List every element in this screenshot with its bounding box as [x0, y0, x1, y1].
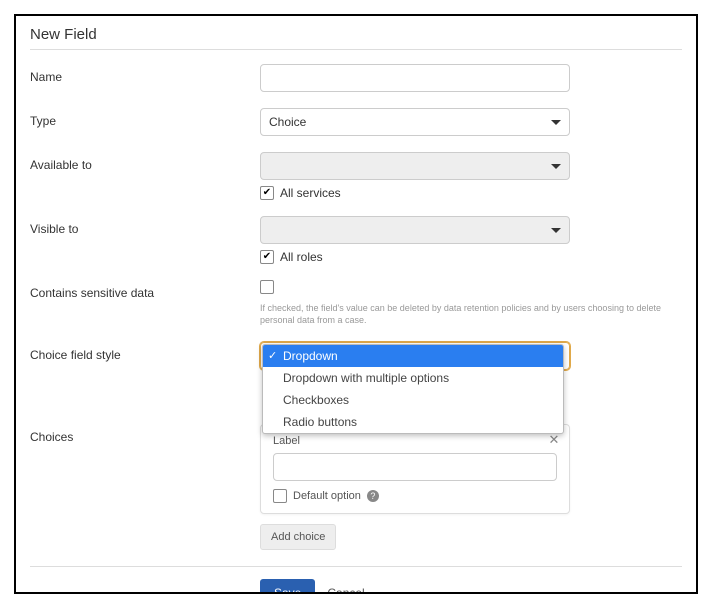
row-sensitive: Contains sensitive data If checked, the … — [30, 280, 682, 326]
field-sensitive: If checked, the field's value can be del… — [260, 280, 680, 326]
style-option-radio[interactable]: Radio buttons — [263, 411, 563, 433]
row-available-to: Available to All services — [30, 152, 682, 200]
sensitive-checkbox[interactable] — [260, 280, 274, 294]
default-option-label: Default option — [293, 490, 361, 502]
label-style: Choice field style — [30, 342, 260, 362]
row-choices: Choices ✕ Label Default option ? Add cho… — [30, 424, 682, 550]
row-style: Choice field style Dropdown Dropdown wit… — [30, 342, 682, 370]
style-option-dropdown-multiple[interactable]: Dropdown with multiple options — [263, 367, 563, 389]
add-choice-button[interactable]: Add choice — [260, 524, 336, 550]
style-option-dropdown[interactable]: Dropdown — [263, 345, 563, 367]
label-visible-to: Visible to — [30, 216, 260, 236]
field-style: Dropdown Dropdown with multiple options … — [260, 342, 570, 370]
style-select-menu: Dropdown Dropdown with multiple options … — [262, 344, 564, 434]
field-type: Choice — [260, 108, 570, 136]
label-sensitive: Contains sensitive data — [30, 280, 260, 300]
footer-divider — [30, 566, 682, 567]
field-visible-to: All roles — [260, 216, 570, 264]
help-icon[interactable]: ? — [367, 490, 379, 502]
label-choices: Choices — [30, 424, 260, 444]
field-name — [260, 64, 570, 92]
choice-card: ✕ Label Default option ? — [260, 424, 570, 514]
caret-down-icon — [551, 120, 561, 125]
remove-choice-icon[interactable]: ✕ — [547, 433, 561, 447]
name-input[interactable] — [260, 64, 570, 92]
row-type: Type Choice — [30, 108, 682, 136]
all-services-checkbox[interactable] — [260, 186, 274, 200]
type-select-value: Choice — [269, 115, 306, 129]
caret-down-icon — [551, 164, 561, 169]
footer-buttons: Save Cancel — [260, 579, 682, 594]
all-services-label: All services — [280, 186, 341, 200]
type-select[interactable]: Choice — [260, 108, 570, 136]
caret-down-icon — [551, 228, 561, 233]
form: Name Type Choice Available to — [30, 64, 682, 594]
label-name: Name — [30, 64, 260, 84]
row-name: Name — [30, 64, 682, 92]
new-field-dialog: New Field Name Type Choice Available to — [14, 14, 698, 594]
all-services-row: All services — [260, 186, 570, 200]
page-title: New Field — [30, 24, 682, 49]
style-select-open[interactable]: Dropdown Dropdown with multiple options … — [260, 342, 570, 370]
all-roles-row: All roles — [260, 250, 570, 264]
label-available-to: Available to — [30, 152, 260, 172]
available-to-select[interactable] — [260, 152, 570, 180]
choice-label-heading: Label — [273, 435, 557, 447]
default-option-row: Default option ? — [273, 489, 557, 503]
all-roles-label: All roles — [280, 250, 323, 264]
save-button[interactable]: Save — [260, 579, 315, 594]
label-type: Type — [30, 108, 260, 128]
choice-label-input[interactable] — [273, 453, 557, 481]
field-choices: ✕ Label Default option ? Add choice — [260, 424, 570, 550]
style-option-checkboxes[interactable]: Checkboxes — [263, 389, 563, 411]
field-available-to: All services — [260, 152, 570, 200]
title-divider — [30, 49, 682, 50]
visible-to-select[interactable] — [260, 216, 570, 244]
all-roles-checkbox[interactable] — [260, 250, 274, 264]
cancel-button[interactable]: Cancel — [327, 586, 364, 594]
sensitive-helper-text: If checked, the field's value can be del… — [260, 303, 680, 326]
row-visible-to: Visible to All roles — [30, 216, 682, 264]
default-option-checkbox[interactable] — [273, 489, 287, 503]
